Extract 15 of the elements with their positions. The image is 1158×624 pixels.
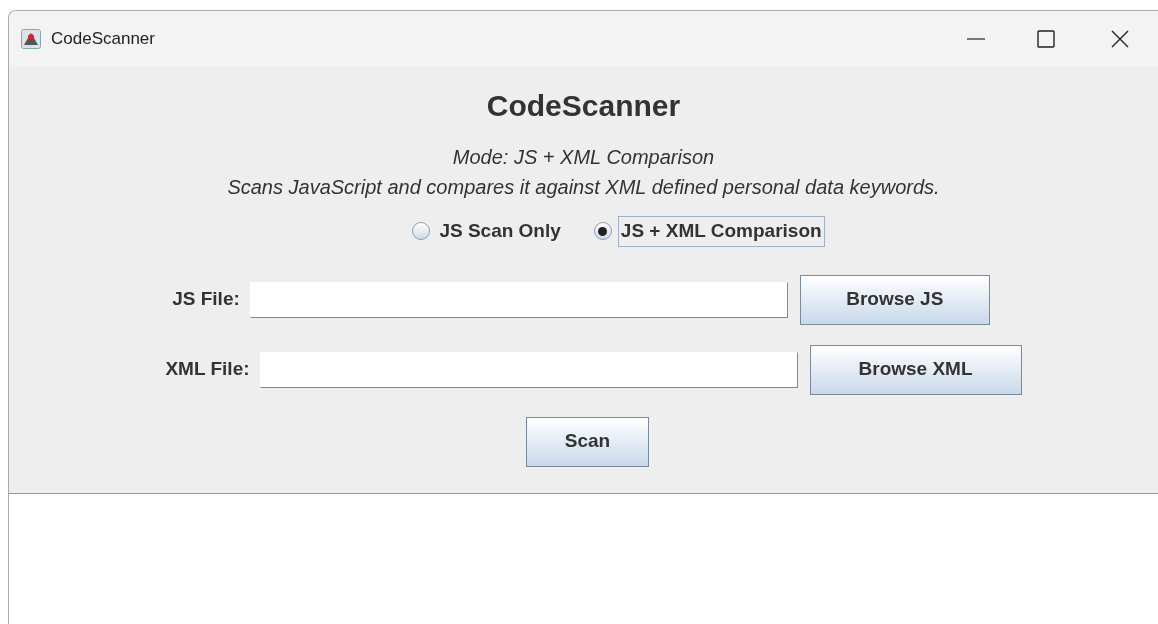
mode-text: Mode: JS + XML Comparison [452, 145, 715, 170]
maximize-icon[interactable] [1036, 29, 1056, 49]
app-icon [21, 29, 41, 49]
close-icon[interactable] [1110, 29, 1130, 49]
scan-button[interactable]: Scan [526, 416, 649, 467]
field-label: JS File: [172, 287, 240, 312]
description-text: Scans JavaScript and compares it against XML defined personal data keywords. [227, 175, 940, 200]
file-path-field[interactable] [259, 351, 798, 388]
file-path-field[interactable] [249, 281, 788, 318]
mode-radio[interactable]: JS Scan Only [412, 216, 564, 247]
window-title: CodeScanner [51, 28, 155, 51]
browse-button[interactable]: Browse JS [799, 274, 990, 325]
app-heading: CodeScanner [486, 88, 681, 124]
browse-button[interactable]: Browse XML [809, 344, 1022, 395]
field-label: XML File: [165, 357, 250, 382]
